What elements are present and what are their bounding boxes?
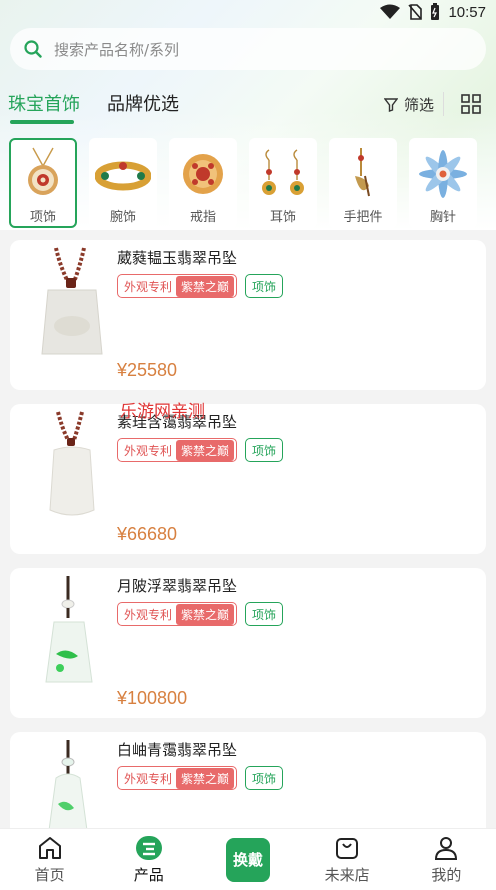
patent-tag: 外观专利: [124, 771, 173, 786]
category-ring[interactable]: 戒指: [169, 138, 237, 228]
patent-collection-tag: 外观专利 紫禁之巅: [117, 438, 238, 462]
layout-toggle-button[interactable]: [460, 93, 482, 119]
nav-label: 我的: [431, 865, 462, 884]
home-icon: [38, 836, 61, 859]
category-necklace[interactable]: 项饰: [9, 138, 77, 228]
brooch-image: [415, 146, 471, 202]
active-tab-indicator: [10, 120, 74, 124]
nav-label: 首页: [34, 865, 65, 884]
battery-icon: [431, 3, 440, 20]
nav-profile[interactable]: 我的: [406, 835, 486, 885]
tab-brand-selection[interactable]: 品牌优选: [107, 90, 179, 116]
filter-label: 筛选: [403, 96, 434, 114]
earring-image: [255, 146, 311, 202]
wifi-icon: [380, 4, 401, 19]
category-label: 腕饰: [109, 210, 136, 225]
nav-label: 产品: [133, 865, 164, 884]
try-on-icon: 换戴: [225, 837, 270, 882]
product-tags: 外观专利 紫禁之巅 项饰: [117, 766, 284, 790]
product-card[interactable]: 月陂浮翠翡翠吊坠 外观专利 紫禁之巅 项饰 ¥100800: [10, 568, 486, 718]
category-label: 手把件: [343, 210, 383, 225]
patent-collection-tag: 外观专利 紫禁之巅: [117, 766, 238, 790]
search-placeholder: 搜索产品名称/系列: [54, 40, 180, 59]
category-handheld[interactable]: 手把件: [329, 138, 397, 228]
product-image: [49, 411, 95, 516]
category-label: 胸针: [429, 210, 456, 225]
tab-jewelry[interactable]: 珠宝首饰: [8, 90, 80, 116]
category-bracelet[interactable]: 腕饰: [89, 138, 157, 228]
category-label: 耳饰: [269, 210, 296, 225]
user-icon: [435, 836, 458, 860]
product-tags: 外观专利 紫禁之巅 项饰: [117, 438, 284, 462]
filter-button[interactable]: 筛选: [383, 94, 434, 115]
category-brooch[interactable]: 胸针: [409, 138, 477, 228]
collection-tag: 紫禁之巅: [176, 439, 235, 461]
patent-collection-tag: 外观专利 紫禁之巅: [117, 602, 238, 626]
nav-try-on[interactable]: 换戴: [208, 837, 288, 882]
ring-image: [175, 146, 231, 202]
nav-label: 未来店: [324, 865, 370, 884]
status-time: 10:57: [448, 3, 486, 21]
no-sim-icon: [408, 4, 423, 20]
product-name: 白岫青霭翡翠吊坠: [117, 741, 238, 759]
patent-tag: 外观专利: [124, 607, 173, 622]
filter-icon: [383, 97, 398, 112]
nav-label: 换戴: [232, 850, 263, 869]
search-icon: [24, 40, 42, 58]
category-tag: 项饰: [245, 438, 284, 462]
product-card[interactable]: 葳蕤韫玉翡翠吊坠 外观专利 紫禁之巅 项饰 ¥25580: [10, 240, 486, 390]
patent-collection-tag: 外观专利 紫禁之巅: [117, 274, 238, 298]
bracelet-image: [95, 146, 151, 202]
nav-future-store[interactable]: 未来店: [307, 835, 387, 885]
category-tag: 项饰: [245, 766, 284, 790]
category-earring[interactable]: 耳饰: [249, 138, 317, 228]
category-tag: 项饰: [245, 602, 284, 626]
product-price: ¥25580: [117, 360, 178, 380]
product-list: 葳蕤韫玉翡翠吊坠 外观专利 紫禁之巅 项饰 ¥25580 素珪含霭翡翠吊坠 外观…: [10, 240, 486, 890]
patent-tag: 外观专利: [124, 279, 173, 294]
grid-view-icon: [461, 94, 481, 114]
status-bar: 10:57: [0, 0, 496, 24]
product-name: 葳蕤韫玉翡翠吊坠: [117, 249, 238, 267]
product-tags: 外观专利 紫禁之巅 项饰: [117, 602, 284, 626]
search-bar[interactable]: 搜索产品名称/系列: [10, 28, 486, 70]
category-row: 项饰 腕饰 戒指 耳饰 手把件 胸针: [9, 138, 477, 228]
nav-products[interactable]: 产品: [109, 835, 189, 885]
patent-tag: 外观专利: [124, 443, 173, 458]
necklace-image: [15, 146, 71, 202]
handheld-image: [335, 146, 391, 202]
category-tabs: 珠宝首饰 品牌优选 筛选: [8, 88, 486, 128]
bottom-nav: 首页 产品 换戴 未来店 我的: [0, 828, 496, 890]
category-label: 戒指: [189, 210, 216, 225]
product-name: 月陂浮翠翡翠吊坠: [117, 577, 238, 595]
collection-tag: 紫禁之巅: [176, 603, 235, 625]
category-tag: 项饰: [245, 274, 284, 298]
collection-tag: 紫禁之巅: [176, 767, 235, 789]
product-image: [45, 576, 93, 683]
product-tags: 外观专利 紫禁之巅 项饰: [117, 274, 284, 298]
collection-tag: 紫禁之巅: [176, 275, 235, 297]
category-label: 项饰: [29, 210, 56, 225]
product-image: [41, 247, 103, 355]
product-price: ¥66680: [117, 524, 178, 544]
tabs-divider: [443, 92, 444, 116]
nav-home[interactable]: 首页: [10, 835, 90, 885]
products-icon: [135, 835, 162, 860]
shopping-bag-icon: [336, 837, 359, 859]
product-price: ¥100800: [117, 688, 188, 708]
product-card[interactable]: 素珪含霭翡翠吊坠 外观专利 紫禁之巅 项饰 ¥66680: [10, 404, 486, 554]
watermark-text: 乐游网亲测: [120, 402, 205, 422]
